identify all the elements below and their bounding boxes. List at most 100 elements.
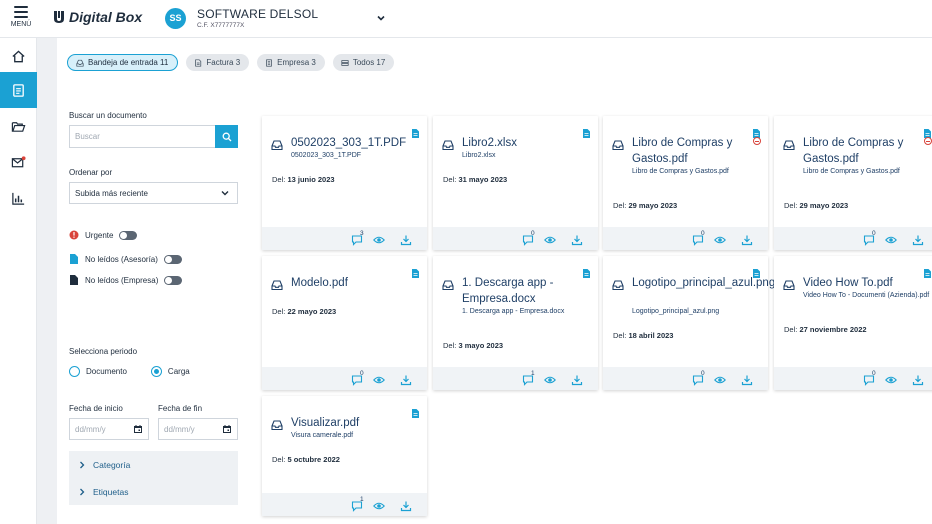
accordion-category[interactable]: Categoría (69, 451, 238, 478)
document-title[interactable]: Libro2.xlsx (462, 135, 590, 151)
document-card[interactable]: Logotipo_principal_azul.png Logotipo_prin… (603, 256, 775, 390)
nav-home[interactable] (0, 38, 37, 74)
document-title[interactable]: Libro de Compras y Gastos.pdf (803, 135, 931, 167)
file-type-icon (412, 125, 419, 138)
document-card[interactable]: Modelo.pdf Del: 22 mayo 2023 0 (262, 256, 427, 390)
document-card[interactable]: Libro de Compras y Gastos.pdf Libro de Co… (774, 116, 932, 250)
sort-select[interactable]: Subida más reciente (69, 182, 238, 204)
unread-company-toggle[interactable] (164, 275, 183, 285)
chevron-down-icon[interactable] (375, 12, 387, 24)
download-button[interactable] (912, 233, 924, 246)
comments-button[interactable]: 3 (351, 230, 364, 246)
eye-icon (373, 499, 385, 516)
hamburger-icon (14, 6, 28, 18)
download-button[interactable] (400, 233, 412, 246)
document-card[interactable]: Libro de Compras y Gastos.pdf Libro de Co… (603, 116, 768, 250)
download-button[interactable] (741, 233, 753, 246)
view-button[interactable] (714, 233, 726, 245)
search-input[interactable] (69, 125, 215, 148)
accordion-tags[interactable]: Etiquetas (69, 478, 238, 505)
document-title[interactable]: Modelo.pdf (291, 275, 419, 291)
top-bar: MENÚ Digital Box SS SOFTWARE DELSOL C.F.… (0, 0, 932, 38)
document-card[interactable]: Visualizar.pdf Visura camerale.pdf Del: 5 … (262, 396, 427, 516)
download-button[interactable] (400, 499, 412, 512)
urgent-toggle[interactable] (119, 230, 138, 240)
card-actions: 0 (603, 227, 768, 250)
view-button[interactable] (373, 373, 385, 385)
date-value: 18 abril 2023 (628, 331, 674, 340)
start-date-input[interactable]: dd/mm/y (69, 418, 149, 440)
calendar-icon[interactable] (222, 424, 232, 434)
document-filename: Libro de Compras y Gastos.pdf (632, 168, 729, 175)
document-filename: Libro de Compras y Gastos.pdf (803, 168, 900, 175)
filter-unread-company: No leídos (Empresa) (69, 274, 183, 286)
menu-button[interactable]: MENÚ (8, 4, 34, 28)
view-button[interactable] (544, 373, 556, 385)
date-prefix: Del: (613, 331, 627, 340)
comments-button[interactable]: 1 (522, 370, 535, 386)
comment-count: 0 (531, 230, 535, 237)
document-title[interactable]: 0502023_303_1T.PDF (291, 135, 419, 151)
unread-advisory-toggle[interactable] (163, 254, 182, 264)
document-icon (69, 275, 79, 285)
radio-label: Carga (167, 367, 190, 376)
view-button[interactable] (885, 373, 897, 385)
tab-inbox[interactable]: Bandeja de entrada 11 (67, 54, 179, 71)
nav-documents[interactable] (0, 72, 37, 108)
search-button[interactable] (215, 125, 238, 148)
document-title[interactable]: 1. Descarga app - Empresa.docx (462, 275, 590, 307)
download-button[interactable] (400, 373, 412, 386)
comment-count: 1 (531, 370, 535, 377)
download-button[interactable] (571, 373, 583, 386)
document-card[interactable]: 1. Descarga app - Empresa.docx 1. Descarg… (433, 256, 598, 390)
home-icon (12, 49, 25, 62)
radio-upload[interactable] (150, 366, 162, 377)
tab-invoices[interactable]: Factura 3 (186, 54, 250, 71)
download-icon (571, 373, 583, 390)
comments-button[interactable]: 0 (863, 370, 876, 386)
tab-company[interactable]: Empresa 3 (257, 54, 325, 71)
download-button[interactable] (741, 373, 753, 386)
view-button[interactable] (373, 233, 385, 245)
view-button[interactable] (544, 233, 556, 245)
document-title[interactable]: Logotipo_principal_azul.png (632, 275, 775, 291)
comments-button[interactable]: 0 (863, 230, 876, 246)
download-button[interactable] (571, 233, 583, 246)
date-value: 29 mayo 2023 (628, 201, 678, 210)
stack-icon (341, 59, 349, 66)
document-title[interactable]: Visualizar.pdf (291, 415, 419, 431)
bar-chart-icon (12, 192, 25, 205)
nav-messages[interactable] (0, 144, 37, 180)
card-actions: 0 (433, 227, 598, 250)
comments-button[interactable]: 0 (692, 370, 705, 386)
view-button[interactable] (714, 373, 726, 385)
company-selector[interactable]: SS SOFTWARE DELSOL C.F. X7777777X (165, 7, 318, 29)
document-date: Del: 22 mayo 2023 (272, 307, 336, 316)
download-button[interactable] (912, 373, 924, 386)
comments-button[interactable]: 0 (351, 370, 364, 386)
tab-all[interactable]: Todos 17 (332, 54, 395, 71)
comments-button[interactable]: 1 (351, 496, 364, 512)
accordion-label: Categoría (93, 459, 131, 470)
calendar-icon[interactable] (133, 424, 143, 434)
nav-folders[interactable] (0, 108, 37, 144)
end-date-input[interactable]: dd/mm/y (158, 418, 238, 440)
filter-accordion: Categoría Etiquetas (69, 451, 238, 505)
document-title[interactable]: Libro de Compras y Gastos.pdf (632, 135, 760, 167)
document-date: Del: 27 noviembre 2022 (784, 325, 867, 334)
document-title[interactable]: Video How To.pdf (803, 275, 931, 291)
document-date: Del: 13 junio 2023 (272, 175, 335, 184)
document-card[interactable]: 0502023_303_1T.PDF 0502023_303_1T.PDF Del:… (262, 116, 427, 250)
view-button[interactable] (885, 233, 897, 245)
document-card[interactable]: Video How To.pdf Video How To - Documenti… (774, 256, 932, 390)
tab-label: Bandeja de entrada 11 (88, 58, 169, 67)
file-type-icon (583, 125, 590, 138)
nav-reports[interactable] (0, 180, 37, 216)
comments-button[interactable]: 0 (692, 230, 705, 246)
view-button[interactable] (373, 499, 385, 511)
comments-button[interactable]: 0 (522, 230, 535, 246)
radio-document[interactable] (69, 366, 80, 377)
inbox-icon (442, 278, 454, 291)
inbox-icon (612, 278, 624, 291)
document-card[interactable]: Libro2.xlsx Libro2.xlsx Del: 31 mayo 2023 0 (433, 116, 598, 250)
